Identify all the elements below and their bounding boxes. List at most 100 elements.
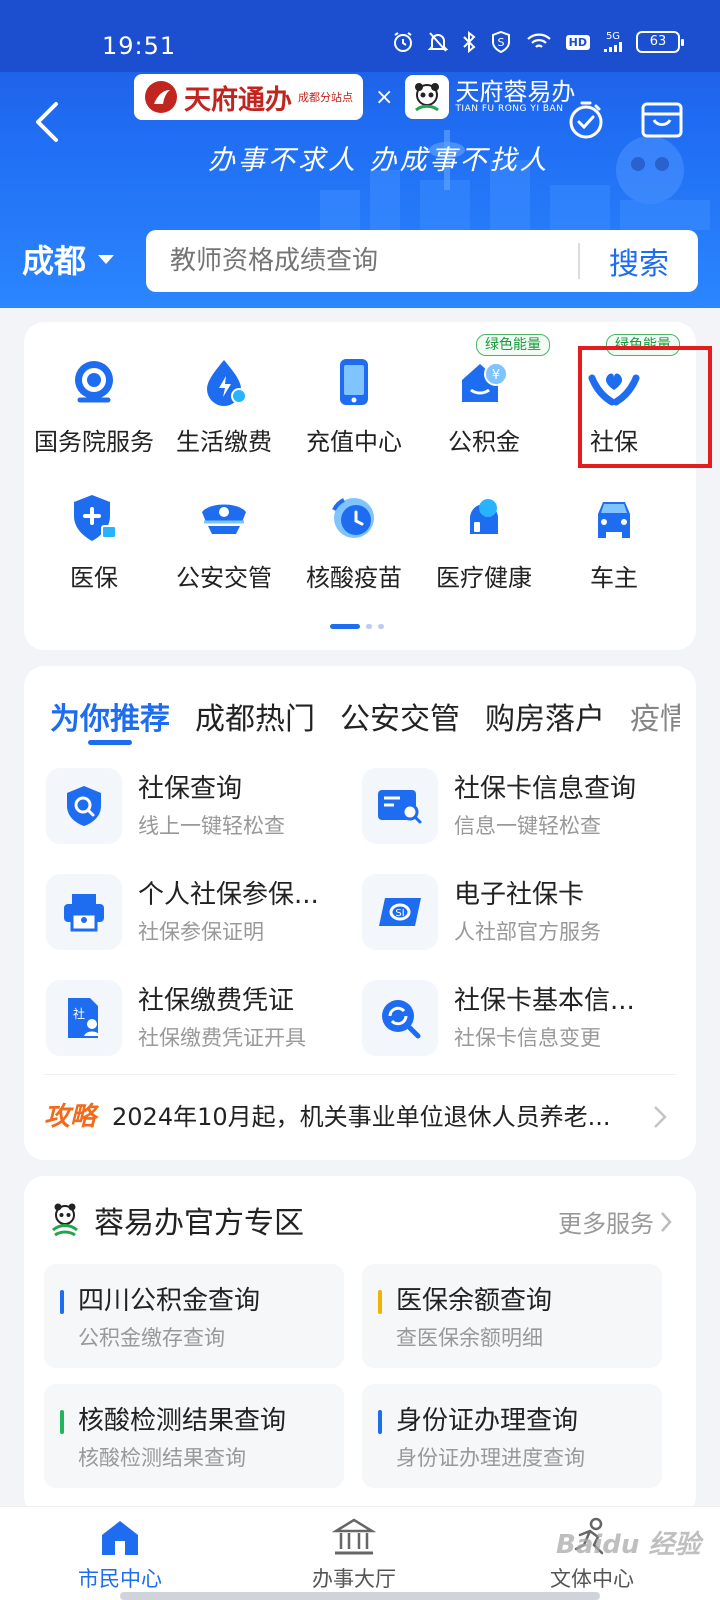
utility-payment-icon xyxy=(207,360,247,406)
housing-fund-icon: ¥ xyxy=(462,362,508,402)
zone-item-accent xyxy=(60,1410,64,1434)
rec-item-title: 社保查询 xyxy=(138,774,243,804)
official-zone-card: 蓉易办官方专区 更多服务 四川公积金查询 公积金缴存查询 医保余额查询 查医保余… xyxy=(24,1176,696,1516)
home-indicator[interactable] xyxy=(120,1592,600,1600)
alarm-icon xyxy=(392,31,414,53)
zone-item-subtitle: 身份证办理进度查询 xyxy=(396,1446,585,1470)
rec-item-title: 电子社保卡 xyxy=(454,880,585,910)
grid-item-state-council[interactable]: 国务院服务 xyxy=(28,356,160,457)
zone-item-housing-fund-query[interactable]: 四川公积金查询 公积金缴存查询 xyxy=(44,1264,344,1368)
rec-item-title: 个人社保参保... xyxy=(138,880,319,910)
zone-item-nucleic-result[interactable]: 核酸检测结果查询 核酸检测结果查询 xyxy=(44,1384,344,1488)
tab-chengdu-hot[interactable]: 成都热门 xyxy=(195,694,315,738)
strategy-tag: 攻略 xyxy=(44,1102,97,1132)
government-building-icon xyxy=(332,1518,376,1555)
zone-item-subtitle: 核酸检测结果查询 xyxy=(78,1446,246,1470)
rec-icon-tile xyxy=(46,874,122,950)
nav-label: 办事大厅 xyxy=(312,1567,396,1591)
search-button[interactable]: 搜索 xyxy=(580,239,698,283)
recharge-icon xyxy=(340,359,368,405)
recommend-tabs: 为你推荐 成都热门 公安交管 购房落户 疫情 xyxy=(50,694,680,738)
rec-item-e-social-card[interactable]: SI 电子社保卡 人社部官方服务 xyxy=(362,874,672,960)
state-council-icon xyxy=(75,361,113,403)
rongyiban-logo: 天府蓉易办 TIAN FU RONG YI BAN xyxy=(405,74,575,120)
chevron-right-icon[interactable] xyxy=(652,1104,668,1130)
more-services-label: 更多服务 xyxy=(558,1210,654,1238)
rec-item-card-basic-info[interactable]: 社保卡基本信... 社保卡信息变更 xyxy=(362,980,672,1066)
tab-housing-hukou[interactable]: 购房落户 xyxy=(485,694,605,738)
rec-item-card-info-query[interactable]: 社保卡信息查询 信息一键轻松查 xyxy=(362,768,672,854)
caret-down-icon xyxy=(98,254,115,264)
nav-service-hall[interactable]: 办事大厅 xyxy=(284,1517,424,1593)
vaccine-clock-icon xyxy=(332,498,374,538)
panda-logo-icon xyxy=(405,75,450,119)
medical-insurance-icon xyxy=(74,495,117,541)
slogan: 办事不求人 办成事不找人 xyxy=(208,145,550,176)
hd-icon: HD xyxy=(565,34,590,50)
rec-item-payment-voucher[interactable]: 社 社保缴费凭证 社保缴费凭证开具 xyxy=(46,980,356,1066)
pager-dot xyxy=(378,624,384,629)
police-cap-icon xyxy=(202,504,246,534)
zone-item-id-card-query[interactable]: 身份证办理查询 身份证办理进度查询 xyxy=(362,1384,662,1488)
grid-item-utility[interactable]: 生活缴费 xyxy=(158,356,290,457)
grid-item-vaccine[interactable]: 核酸疫苗 xyxy=(288,492,420,593)
grid-item-label: 充值中心 xyxy=(306,428,402,456)
rec-icon-tile: 社 xyxy=(46,980,122,1056)
rec-item-social-security-query[interactable]: 社保查询 线上一键轻松查 xyxy=(46,768,356,854)
chevron-right-icon xyxy=(661,1211,672,1232)
grid-pager xyxy=(330,624,384,629)
grid-item-medical-insurance[interactable]: 医保 xyxy=(28,492,160,593)
zone-item-title: 医保余额查询 xyxy=(396,1286,553,1316)
tianfu-emblem-icon xyxy=(145,81,177,113)
tab-police-traffic[interactable]: 公安交管 xyxy=(340,694,460,738)
health-icon xyxy=(470,499,498,534)
status-time: 19:51 xyxy=(102,32,177,60)
zone-title: 蓉易办官方专区 xyxy=(94,1206,304,1241)
city-selector[interactable]: 成都 xyxy=(22,236,115,282)
rec-item-insurance-certificate[interactable]: 个人社保参保... 社保参保证明 xyxy=(46,874,356,960)
signal-label: 5G xyxy=(605,31,621,42)
more-services-link[interactable]: 更多服务 xyxy=(558,1204,672,1239)
strategy-text: 2024年10月起，机关事业单位退休人员养老... xyxy=(112,1103,611,1131)
logo-separator: × xyxy=(375,84,394,110)
nav-citizen-center[interactable]: 市民中心 xyxy=(50,1517,190,1593)
zone-item-subtitle: 查医保余额明细 xyxy=(396,1326,543,1350)
grid-item-health[interactable]: 医疗健康 xyxy=(418,492,550,593)
partner-en-name: TIAN FU RONG YI BAN xyxy=(455,103,564,114)
divider xyxy=(44,1074,676,1075)
tab-epidemic[interactable]: 疫情 xyxy=(630,694,680,738)
strategy-banner[interactable]: 攻略 2024年10月起，机关事业单位退休人员养老... xyxy=(44,1096,611,1133)
card-wallet-icon[interactable] xyxy=(640,98,684,140)
tab-for-you[interactable]: 为你推荐 xyxy=(50,694,170,738)
status-icons: S HD 5G 63 xyxy=(392,30,684,54)
grid-item-car-owner[interactable]: 车主 xyxy=(548,492,680,593)
zone-item-medical-balance[interactable]: 医保余额查询 查医保余额明细 xyxy=(362,1264,662,1368)
rec-icon-tile xyxy=(46,768,122,844)
baidu-watermark: Baidu 经验 xyxy=(556,1530,701,1560)
document-person-icon: 社 xyxy=(68,998,100,1038)
bluetooth-icon xyxy=(462,31,476,53)
grid-item-label: 公安交管 xyxy=(176,564,272,592)
nav-label: 市民中心 xyxy=(78,1567,162,1591)
svg-text:社: 社 xyxy=(73,1006,85,1021)
svg-text:¥: ¥ xyxy=(492,368,500,383)
grid-item-recharge[interactable]: 充值中心 xyxy=(288,356,420,457)
grid-item-housing-fund[interactable]: ¥ 公积金 xyxy=(418,356,550,457)
shield-search-icon xyxy=(67,786,101,826)
zone-item-accent xyxy=(60,1290,64,1314)
refresh-search-icon xyxy=(382,1000,421,1039)
city-name: 成都 xyxy=(22,242,87,280)
grid-item-police[interactable]: 公安交管 xyxy=(158,492,290,593)
search-input[interactable] xyxy=(146,246,578,276)
brand-subtitle: 成都分站点 xyxy=(298,91,353,104)
rec-icon-tile xyxy=(362,980,438,1056)
back-arrow-icon[interactable] xyxy=(30,100,70,144)
grid-item-label: 国务院服务 xyxy=(34,428,154,456)
zone-item-title: 四川公积金查询 xyxy=(78,1286,261,1316)
zone-item-title: 核酸检测结果查询 xyxy=(78,1406,287,1436)
recommend-card: 为你推荐 成都热门 公安交管 购房落户 疫情 社保查询 线上一键轻松查 社保卡信… xyxy=(24,666,696,1160)
zone-item-subtitle: 公积金缴存查询 xyxy=(78,1326,225,1350)
grid-item-label: 车主 xyxy=(590,564,638,592)
zone-header: 蓉易办官方专区 xyxy=(50,1198,304,1242)
timer-check-icon[interactable] xyxy=(566,100,606,140)
